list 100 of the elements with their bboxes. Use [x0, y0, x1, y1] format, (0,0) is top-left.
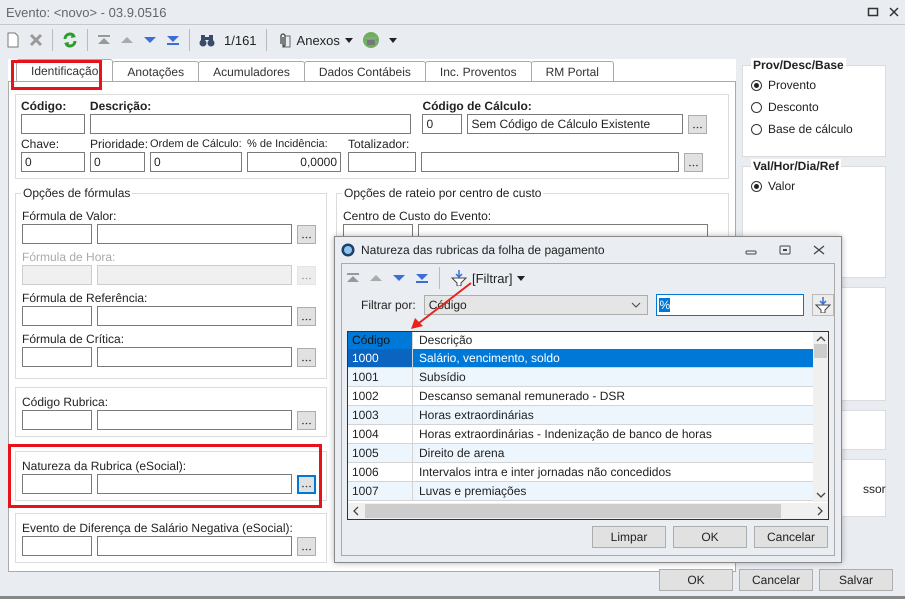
close-icon[interactable]: [813, 245, 825, 255]
first-record-icon[interactable]: [347, 272, 359, 284]
input-field[interactable]: 0,0000: [247, 152, 341, 172]
apply-filter-button[interactable]: [812, 294, 834, 316]
table-cell: 1001: [348, 368, 413, 386]
table-row[interactable]: 1001 Subsídio: [348, 368, 813, 387]
input-field[interactable]: [22, 474, 92, 494]
globe-icon[interactable]: [362, 31, 380, 49]
dialog-button[interactable]: Salvar: [819, 569, 893, 591]
option-label: ssor: [863, 482, 886, 496]
ellipsis-icon: [302, 276, 311, 280]
input-field[interactable]: 0: [90, 152, 145, 172]
browse-button[interactable]: [297, 348, 316, 366]
caret-icon[interactable]: [388, 38, 397, 42]
input-field[interactable]: [97, 536, 292, 556]
ellipsis-icon: [302, 358, 311, 362]
scrollbar[interactable]: [813, 332, 828, 502]
scrollbar[interactable]: [348, 502, 828, 519]
table-cell-text: Horas extraordinárias - Indenização de banco de horas: [418, 426, 712, 443]
close-icon[interactable]: [889, 7, 899, 17]
column-header[interactable]: Código: [348, 332, 413, 349]
input-field[interactable]: [97, 347, 292, 367]
input-field[interactable]: [22, 306, 92, 326]
first-record-icon[interactable]: [97, 34, 111, 46]
chevron-down-icon: [816, 492, 826, 498]
field-label: Prioridade:: [90, 136, 145, 152]
input-field[interactable]: [97, 224, 292, 244]
input-field[interactable]: Sem Código de Cálculo Existente: [467, 114, 684, 134]
dialog-button[interactable]: OK: [659, 569, 733, 591]
input-field[interactable]: [97, 306, 292, 326]
delete-icon[interactable]: [29, 33, 43, 47]
browse-button[interactable]: [297, 410, 316, 430]
field-label: Evento de Diferença de Salário Negativa (eSocial):: [22, 521, 293, 535]
browse-button[interactable]: [297, 536, 316, 556]
browse-button[interactable]: [688, 114, 708, 134]
field-label: Fórmula de Hora:: [22, 250, 116, 264]
filter-button[interactable]: [Filtrar]: [451, 270, 526, 286]
table-cell-text: Subsídio: [418, 369, 466, 386]
browse-button[interactable]: [684, 152, 703, 172]
input-field[interactable]: [97, 474, 292, 494]
ellipsis-icon: [689, 164, 698, 166]
input-field[interactable]: [21, 114, 85, 134]
caret-icon: [517, 276, 526, 280]
input-field[interactable]: [90, 114, 412, 134]
last-record-icon[interactable]: [416, 272, 428, 284]
restore-icon[interactable]: [779, 245, 791, 255]
input-field[interactable]: 0: [422, 114, 462, 134]
field-label: % de Incidência:: [247, 137, 329, 152]
input-field[interactable]: [348, 152, 416, 172]
radio-option[interactable]: Valor: [751, 179, 877, 193]
input-field[interactable]: 0: [150, 152, 242, 172]
table-cell-text: Direito de arena: [418, 445, 504, 462]
field-label: Ordem de Cálculo:: [150, 137, 242, 152]
maximize-icon[interactable]: [867, 7, 879, 17]
input-field[interactable]: [421, 152, 679, 172]
radio-option[interactable]: Base de cálculo: [751, 122, 877, 136]
field-label: Fórmula de Crítica:: [22, 332, 124, 346]
new-document-icon[interactable]: [6, 32, 20, 48]
radio-option[interactable]: Provento: [751, 78, 877, 92]
dialog-button[interactable]: Cancelar: [739, 569, 813, 591]
field-label: Código:: [21, 98, 68, 114]
input-field[interactable]: [22, 536, 92, 556]
column-header[interactable]: Descrição: [413, 332, 472, 349]
filter-field[interactable]: %: [656, 294, 804, 316]
binoculars-icon[interactable]: [199, 33, 215, 47]
field-label: Código de Cálculo:: [422, 98, 533, 114]
group-title: Val/Hor/Dia/Ref: [751, 159, 842, 173]
input-field[interactable]: [97, 410, 292, 430]
last-record-icon[interactable]: [166, 34, 180, 46]
input-field[interactable]: [22, 410, 92, 430]
table-row[interactable]: 1005 Direito de arena: [348, 444, 813, 463]
ellipsis-icon: [302, 422, 311, 424]
table-row[interactable]: 1007 Luvas e premiações: [348, 482, 813, 501]
attachments-button[interactable]: Anexos: [276, 32, 353, 48]
scrollbar-thumb[interactable]: [365, 504, 781, 518]
dialog-button[interactable]: OK: [673, 526, 747, 548]
scrollbar-thumb[interactable]: [814, 344, 827, 358]
input-field[interactable]: [22, 347, 92, 367]
tab[interactable]: RM Portal: [530, 61, 614, 81]
next-record-icon[interactable]: [393, 274, 405, 282]
browse-button[interactable]: [297, 474, 316, 494]
field-label: Centro de Custo do Evento:: [343, 209, 492, 223]
field-label: Fórmula de Valor:: [22, 209, 116, 223]
browse-button[interactable]: [297, 306, 316, 326]
app-logo-icon: [341, 243, 355, 257]
radio-option[interactable]: Desconto: [751, 100, 877, 114]
refresh-icon[interactable]: [62, 32, 78, 48]
tab[interactable]: Anotações: [112, 61, 200, 81]
field-label: Fórmula de Referência:: [22, 291, 148, 305]
filter-icon: [451, 270, 467, 286]
browse-button[interactable]: [297, 224, 316, 244]
dialog-button[interactable]: Cancelar: [754, 526, 828, 548]
table-row[interactable]: 1003 Horas extraordinárias: [348, 406, 813, 425]
next-record-icon[interactable]: [143, 36, 157, 44]
input-field[interactable]: [22, 224, 92, 244]
input-field[interactable]: 0: [21, 152, 85, 172]
window-title: Evento: <novo> - 03.9.0516: [6, 4, 166, 20]
dialog-title: Natureza das rubricas da folha de pagamento: [361, 243, 604, 257]
table-row[interactable]: 1000 Salário, vencimento, soldo: [348, 349, 813, 368]
dialog-button[interactable]: Limpar: [592, 526, 666, 548]
